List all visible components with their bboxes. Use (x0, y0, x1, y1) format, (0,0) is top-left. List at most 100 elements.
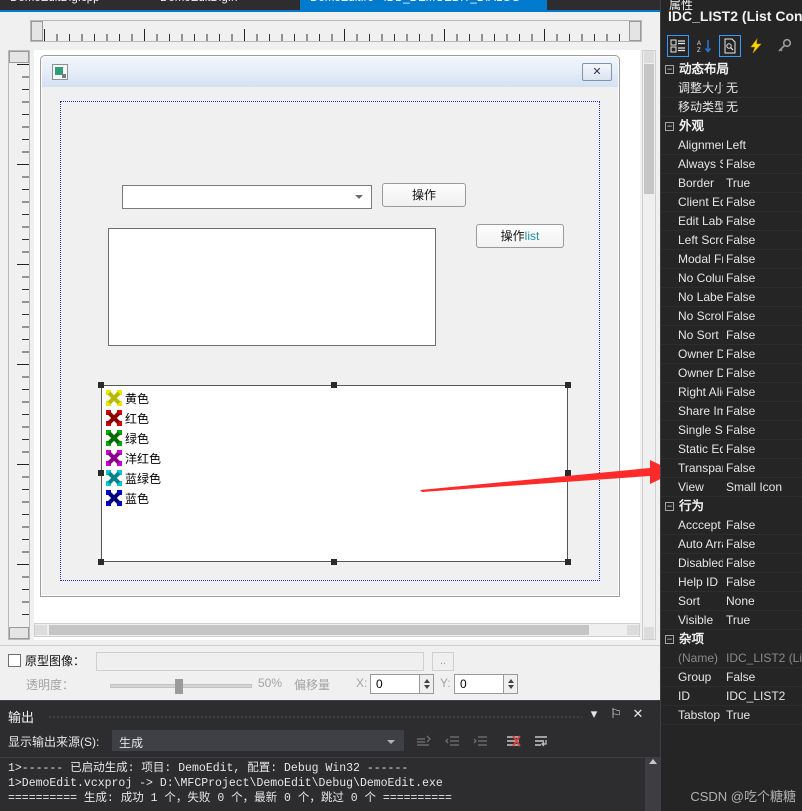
property-value[interactable]: 无 (723, 79, 802, 97)
designer-vertical-scrollbar[interactable] (642, 50, 656, 640)
property-value[interactable]: False (723, 269, 802, 287)
scroll-up-arrow[interactable] (644, 51, 654, 63)
property-value[interactable]: False (723, 288, 802, 306)
property-row[interactable]: No Sort HeaderFalse (661, 326, 802, 345)
property-value[interactable]: None (723, 592, 802, 610)
spin-down-icon[interactable] (424, 685, 430, 689)
output-vertical-scrollbar[interactable] (645, 757, 660, 811)
collapse-icon[interactable]: − (665, 502, 674, 511)
list-item[interactable]: 蓝绿色 (106, 469, 161, 489)
ruler-right-margin-handle[interactable] (629, 21, 641, 41)
selection-handle-tc[interactable] (331, 382, 337, 388)
property-value[interactable]: False (723, 668, 802, 686)
collapse-icon[interactable]: − (665, 635, 674, 644)
property-row[interactable]: Single SelectionFalse (661, 421, 802, 440)
property-row[interactable]: Owner DataFalse (661, 345, 802, 364)
property-row[interactable]: Disabled False (661, 554, 802, 573)
property-value[interactable]: 无 (723, 98, 802, 116)
property-row[interactable]: View Small Icon (661, 478, 802, 497)
property-group-header[interactable]: − 杂项 (661, 630, 802, 649)
property-value[interactable]: True (723, 706, 802, 724)
property-value[interactable]: False (723, 402, 802, 420)
property-value[interactable]: False (723, 250, 802, 268)
goto-message-icon[interactable] (414, 732, 432, 750)
design-canvas[interactable]: ✕ 操作 操作list 黄色 红色 绿色 洋红色 蓝绿色 蓝色 (34, 50, 640, 640)
property-row[interactable]: 移动类型无 (661, 98, 802, 117)
property-value[interactable]: IDC_LIST2 (Li (723, 649, 802, 667)
selection-handle-tl[interactable] (98, 382, 104, 388)
property-row[interactable]: Acccept FilesFalse (661, 516, 802, 535)
scroll-down-arrow[interactable] (644, 627, 654, 639)
selection-handle-bc[interactable] (331, 559, 337, 565)
property-value[interactable]: False (723, 326, 802, 344)
property-value[interactable]: True (723, 174, 802, 192)
output-text[interactable]: 1>------ 已启动生成: 项目: DemoEdit, 配置: Debug … (0, 757, 644, 811)
list-item[interactable]: 黄色 (106, 389, 149, 409)
offset-x-spin-buttons[interactable] (419, 675, 433, 693)
property-value[interactable]: False (723, 231, 802, 249)
scroll-right-arrow[interactable] (627, 625, 639, 635)
property-value[interactable]: False (723, 459, 802, 477)
opacity-slider[interactable] (110, 679, 252, 694)
property-row[interactable]: ID IDC_LIST2 (661, 687, 802, 706)
property-value[interactable]: IDC_LIST2 (723, 687, 802, 705)
property-row[interactable]: 调整大小类型无 (661, 79, 802, 98)
property-row[interactable]: Auto ArrangeFalse (661, 535, 802, 554)
tab-demoeditdlg-cpp[interactable]: DemoEditDlg.cpp (0, 0, 110, 10)
offset-y-stepper[interactable]: 0 (454, 674, 518, 694)
property-row[interactable]: No Label WrapFalse (661, 288, 802, 307)
pin-icon[interactable]: ⚐ (608, 706, 624, 722)
list-item[interactable]: 绿色 (106, 429, 149, 449)
designer-horizontal-scrollbar[interactable] (34, 623, 640, 637)
list-item[interactable]: 红色 (106, 409, 149, 429)
operate-button[interactable]: 操作 (382, 183, 466, 207)
edit-box[interactable] (108, 228, 436, 346)
spin-up-icon[interactable] (508, 679, 514, 683)
clear-all-icon[interactable] (504, 732, 522, 750)
selection-handle-ml[interactable] (98, 470, 104, 476)
collapse-icon[interactable]: − (665, 65, 674, 74)
next-message-icon[interactable] (472, 732, 490, 750)
spin-down-icon[interactable] (508, 685, 514, 689)
selection-handle-mr[interactable] (565, 470, 571, 476)
ruler-bottom-margin-handle[interactable] (9, 627, 29, 639)
dialog-designer-surface[interactable]: ✕ 操作 操作list 黄色 红色 绿色 洋红色 蓝绿色 蓝色 (0, 10, 660, 645)
property-row[interactable]: (Name) IDC_LIST2 (Li (661, 649, 802, 668)
ruler-left-margin-handle[interactable] (31, 21, 43, 41)
tab-demoedit-rc-dialog[interactable]: DemoEdit.rc - IDD_DEMOEDIT_DIALOG × (300, 0, 548, 10)
property-value[interactable]: False (723, 364, 802, 382)
property-row[interactable]: No Column HeaderFalse (661, 269, 802, 288)
browse-button[interactable]: .. (432, 652, 454, 671)
prototype-image-path-input[interactable] (96, 652, 424, 671)
previous-message-icon[interactable] (444, 732, 462, 750)
list-item[interactable]: 洋红色 (106, 449, 161, 469)
property-row[interactable]: No Scroll False (661, 307, 802, 326)
property-row[interactable]: Always Show SelectionFalse (661, 155, 802, 174)
output-source-select[interactable]: 生成 (112, 730, 404, 751)
selection-handle-bl[interactable] (98, 559, 104, 565)
offset-x-stepper[interactable]: 0 (370, 674, 434, 694)
chevron-down-icon[interactable]: ▾ (586, 706, 602, 722)
property-row[interactable]: TransparentFalse (661, 459, 802, 478)
opacity-slider-knob[interactable] (175, 679, 183, 694)
properties-grid[interactable]: −动态布局调整大小类型无移动类型无−外观AlignmentLeftAlways … (661, 60, 802, 775)
property-row[interactable]: Border True (661, 174, 802, 193)
property-value[interactable]: False (723, 516, 802, 534)
property-row[interactable]: Sort None (661, 592, 802, 611)
property-row[interactable]: Owner Draw FixedFalse (661, 364, 802, 383)
property-value[interactable]: False (723, 440, 802, 458)
designed-dialog[interactable]: ✕ 操作 操作list 黄色 红色 绿色 洋红色 蓝绿色 蓝色 (40, 55, 620, 597)
property-row[interactable]: Modal FrameFalse (661, 250, 802, 269)
chevron-down-icon[interactable] (355, 195, 363, 199)
ruler-top-margin-handle[interactable] (9, 51, 29, 63)
property-row[interactable]: Visible True (661, 611, 802, 630)
toggle-word-wrap-icon[interactable] (532, 732, 550, 750)
selection-handle-br[interactable] (565, 559, 571, 565)
scroll-thumb[interactable] (49, 625, 589, 635)
property-group-header[interactable]: − 动态布局 (661, 60, 802, 79)
events-lightning-icon[interactable] (745, 35, 767, 57)
property-value[interactable]: False (723, 307, 802, 325)
spin-up-icon[interactable] (424, 679, 430, 683)
property-row[interactable]: AlignmentLeft (661, 136, 802, 155)
property-row[interactable]: Left ScrollFalse (661, 231, 802, 250)
